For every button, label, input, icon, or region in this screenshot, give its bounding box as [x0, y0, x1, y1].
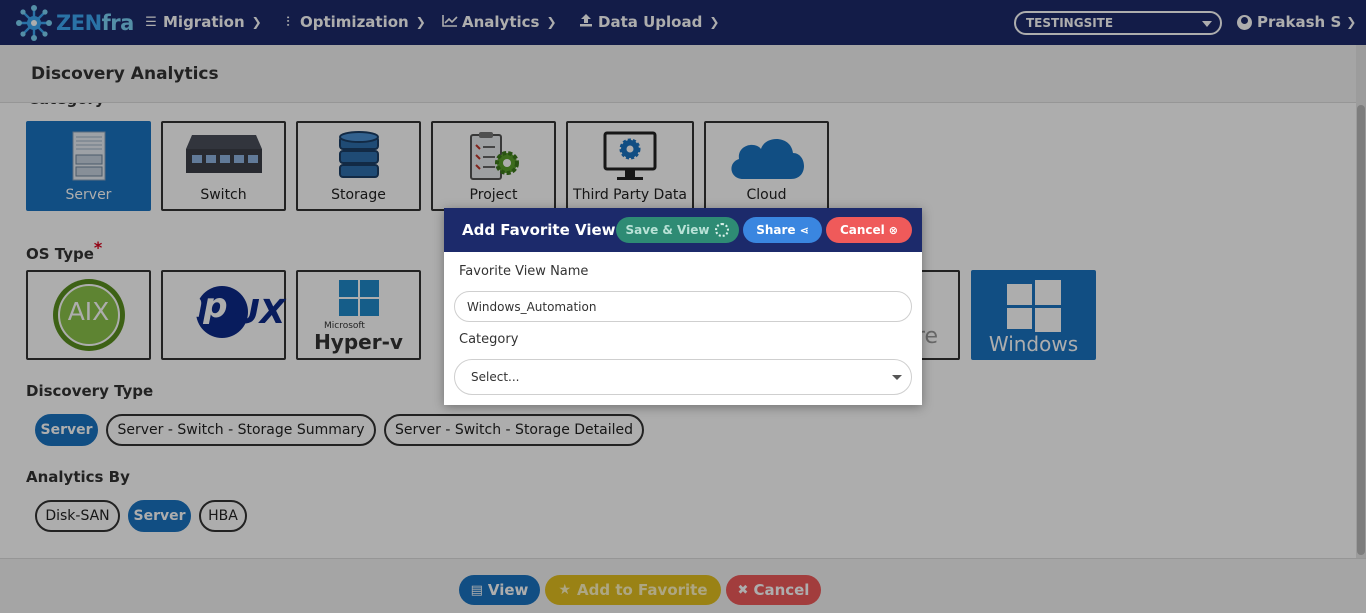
modal-title: Add Favorite View: [462, 221, 616, 239]
share-button[interactable]: Share ⋖: [743, 217, 822, 243]
close-circle-icon: ⊗: [888, 223, 899, 237]
share-icon: ⋖: [799, 223, 809, 237]
modal-category-select[interactable]: Select...: [454, 359, 912, 395]
modal-cancel-button[interactable]: Cancel ⊗: [826, 217, 912, 243]
save-and-view-button[interactable]: Save & View: [616, 217, 739, 243]
loading-spinner-icon: [715, 223, 730, 237]
modal-cancel-label: Cancel: [839, 223, 885, 237]
add-favorite-view-modal: Add Favorite View Save & View Share ⋖ Ca…: [444, 208, 922, 405]
save-and-view-label: Save & View: [625, 223, 710, 237]
modal-category-placeholder: Select...: [471, 370, 520, 384]
favorite-view-name-label: Favorite View Name: [459, 264, 589, 279]
caret-down-icon: [892, 375, 902, 380]
modal-category-label: Category: [459, 332, 519, 347]
share-label: Share: [756, 223, 796, 237]
favorite-view-name-input[interactable]: Windows_Automation: [454, 291, 912, 322]
modal-header: Add Favorite View Save & View Share ⋖ Ca…: [444, 208, 922, 252]
